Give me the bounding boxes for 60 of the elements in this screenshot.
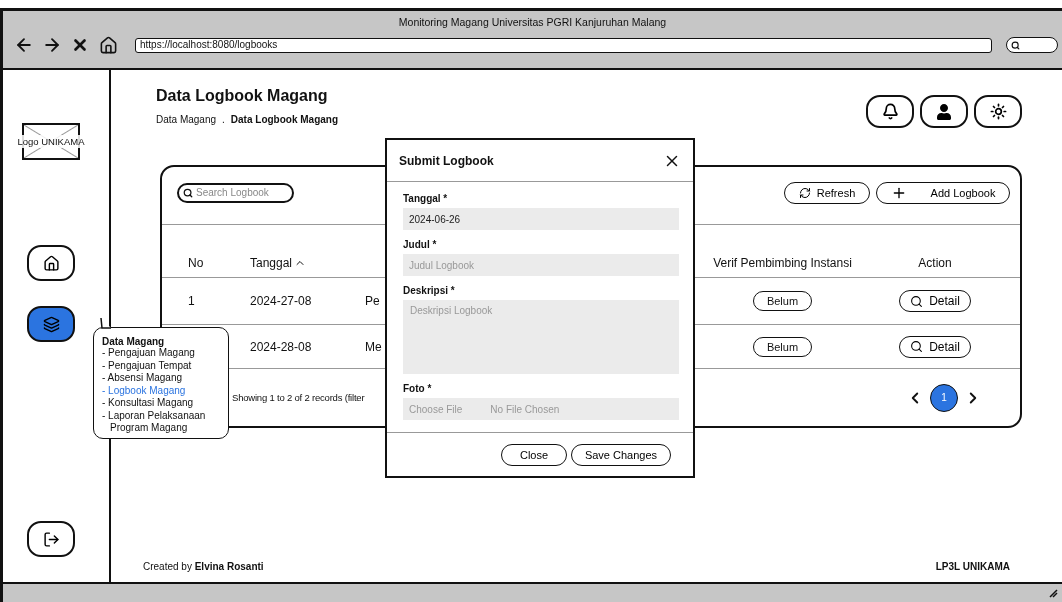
browser-search-field[interactable]	[1006, 37, 1058, 53]
table-cell: 2024-27-08	[250, 294, 312, 308]
submenu-title: Data Magang	[102, 336, 165, 347]
home-button[interactable]	[27, 245, 75, 281]
search-field[interactable]: Search Logbook	[177, 182, 294, 203]
column-header: No	[188, 256, 204, 270]
submenu-item[interactable]: - Logbook Magang	[102, 384, 220, 397]
field-label: Judul *	[403, 239, 438, 250]
theme-button[interactable]	[974, 95, 1022, 128]
table-cell: Me	[365, 339, 382, 354]
logout-icon	[42, 530, 60, 548]
user-icon	[936, 103, 952, 120]
submenu-item[interactable]: - Konsultasi Magang	[102, 397, 220, 410]
submenu-item[interactable]: - Pengajuan Tempat	[102, 359, 220, 372]
add-button[interactable]: Add Logbook	[876, 181, 1010, 204]
save-button[interactable]: Save Changes	[571, 443, 671, 466]
column-header: Action	[918, 256, 952, 270]
breadcrumb-current: Data Logbook Magang	[230, 114, 339, 125]
notification-button[interactable]	[866, 95, 914, 128]
table-cell: Pe	[365, 294, 380, 308]
credit-text: Created by Elvina Rosanti	[143, 561, 264, 572]
records-info: Showing 1 to 2 of 2 records (filter	[232, 392, 365, 403]
logo-label: Logo UNIKAMA	[15, 135, 87, 148]
page-title: Data Logbook Magang	[156, 86, 329, 106]
input-field[interactable]: 2024-06-26	[403, 208, 679, 230]
modal-title: Submit Logbook	[399, 153, 494, 168]
breadcrumb-link[interactable]: Data Magang	[156, 114, 217, 125]
breadcrumb-separator: .	[222, 114, 225, 125]
detail-button[interactable]: Detail	[899, 335, 971, 358]
field-label: Tanggal *	[403, 193, 449, 204]
table-cell: 1	[188, 294, 195, 308]
file-status: No File Chosen	[490, 403, 560, 415]
search-icon	[910, 340, 924, 353]
submenu-item[interactable]: - Laporan Pelaksanaan Program Magang	[102, 409, 220, 435]
field-label: Foto *	[403, 383, 433, 394]
logout-button[interactable]	[27, 521, 75, 557]
column-header[interactable]: Tanggal	[250, 256, 307, 270]
search-icon	[1011, 40, 1020, 50]
page-button[interactable]: 1	[930, 383, 958, 412]
profile-button[interactable]	[920, 95, 968, 128]
menu-button[interactable]	[27, 306, 75, 342]
refresh-icon	[798, 186, 811, 199]
submenu-item[interactable]: - Absensi Magang	[102, 372, 220, 385]
bell-icon	[881, 103, 899, 120]
search-icon	[183, 187, 193, 198]
sun-icon	[989, 103, 1007, 120]
table-cell: 2024-28-08	[250, 339, 312, 354]
field-label: Deskripsi *	[403, 285, 456, 296]
detail-button[interactable]: Detail	[899, 290, 971, 312]
search-icon	[910, 294, 924, 308]
layers-icon	[42, 315, 60, 333]
window-title: Monitoring Magang Universitas PGRI Kanjuruhan Malang	[397, 16, 668, 28]
resize-grip-icon	[1048, 588, 1058, 598]
submenu-item[interactable]: - Pengajuan Magang	[102, 347, 220, 360]
url-field[interactable]: https://localhost:8080/logbooks	[135, 37, 992, 53]
close-button[interactable]: Close	[501, 443, 567, 466]
home-icon	[42, 254, 60, 272]
refresh-button[interactable]: Refresh	[784, 181, 870, 204]
footer-brand: LP3L UNIKAMA	[935, 561, 1010, 572]
column-header: Verif Pembimbing Instansi	[713, 256, 852, 270]
